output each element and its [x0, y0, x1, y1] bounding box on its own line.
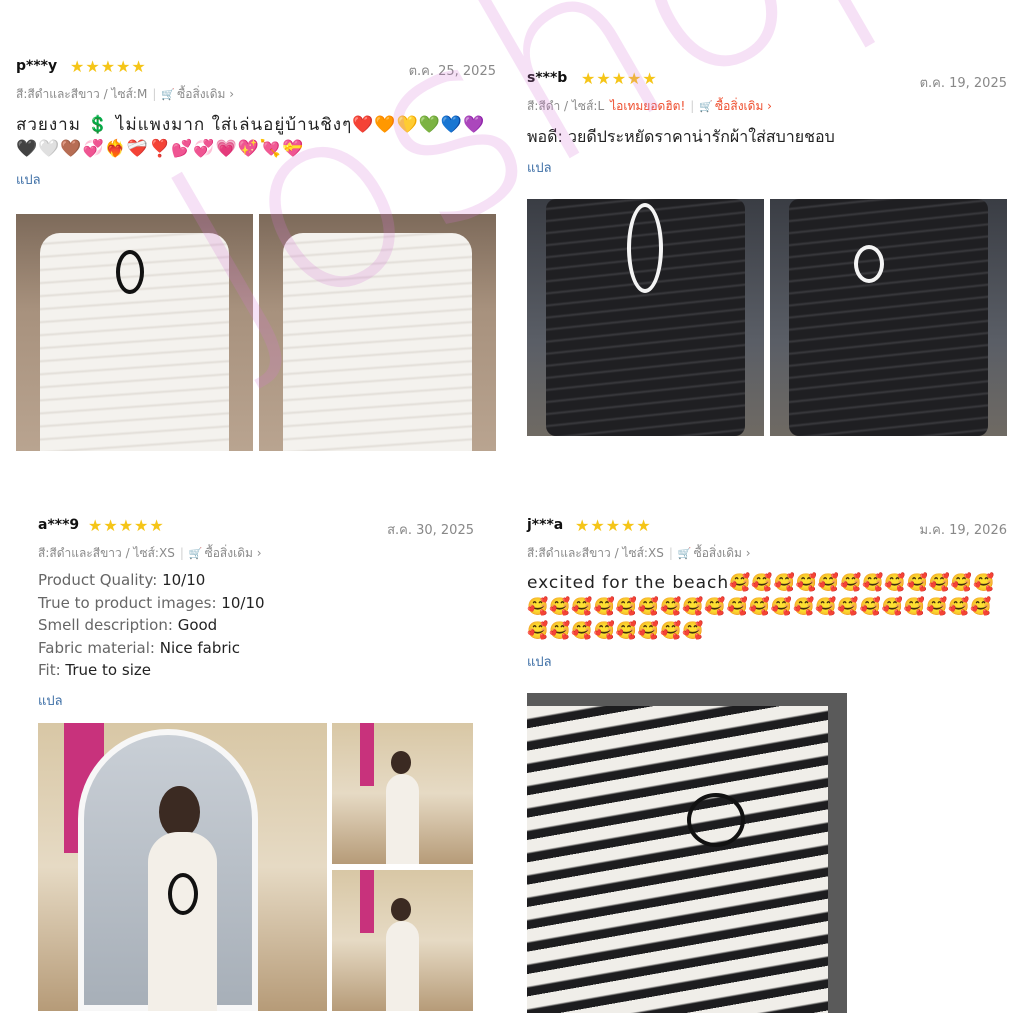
review-photos-2 [527, 199, 1007, 436]
variation-info: สี:สีดำและสีขาว / ไซส์:M | 🛒 ซื้อสิ่งเดิม › [16, 87, 235, 101]
attribute-row: Product Quality: 10/10 [38, 571, 206, 589]
rebuy-link[interactable]: 🛒 ซื้อสิ่งเดิม › [678, 546, 751, 560]
review-date: ต.ค. 19, 2025 [919, 76, 1007, 91]
review-photo[interactable] [770, 199, 1007, 436]
rebuy-link[interactable]: 🛒 ซื้อสิ่งเดิม › [189, 546, 262, 560]
reviewer-name: j***a [527, 517, 564, 533]
review-date: ม.ค. 19, 2026 [919, 523, 1007, 538]
reviewer-name: a***9 [38, 517, 80, 533]
rebuy-link[interactable]: 🛒 ซื้อสิ่งเดิม › [699, 99, 772, 113]
translate-link[interactable]: แปล [527, 651, 552, 672]
star-rating: ★★★★★ [581, 69, 658, 88]
attribute-row: Fabric material: Nice fabric [38, 638, 240, 657]
review-photo[interactable] [527, 199, 764, 436]
review-header: j***a ★★★★★ ม.ค. 19, 2026 [527, 517, 1007, 539]
review-text: สวยงาม 💲 ไม่แพงมาก ใส่เล่นอยู่บ้านชิงๆ❤️… [16, 115, 486, 159]
review-photo[interactable] [527, 693, 847, 1013]
cart-icon: 🛒 [699, 100, 714, 113]
variation-label: สี:สีดำและสีขาว / ไซส์:M [16, 87, 148, 101]
variation-label: สี:สีดำและสีขาว / ไซส์:XS [527, 546, 664, 560]
rebuy-link[interactable]: 🛒 ซื้อสิ่งเดิม › [161, 87, 234, 101]
review-text: พอดี: วยดีประหยัดราคาน่ารักผ้าใส่สบายชอบ [527, 127, 835, 146]
hot-item-badge: ไอเทมยอดฮิต! [610, 99, 686, 113]
reviewer-name: p***y [16, 58, 58, 74]
star-rating: ★★★★★ [70, 57, 147, 76]
cart-icon: 🛒 [161, 88, 176, 101]
review-card-4: j***a ★★★★★ ม.ค. 19, 2026 สี:สีดำและสีขา… [527, 517, 1007, 672]
review-header: a***9 ★★★★★ ส.ค. 30, 2025 [38, 517, 474, 539]
variation-info: สี:สีดำและสีขาว / ไซส์:XS | 🛒 ซื้อสิ่งเดิม … [38, 546, 262, 560]
review-photos-1 [16, 214, 496, 451]
variation-info: สี:สีดำและสีขาว / ไซส์:XS | 🛒 ซื้อสิ่งเดิม … [527, 546, 751, 560]
attribute-row: Fit: True to size [38, 661, 151, 679]
variation-info: สี:สีดำ / ไซส์:L ไอเทมยอดฮิต! | 🛒 ซื้อสิ่งเด… [527, 99, 772, 113]
translate-link[interactable]: แปล [38, 690, 63, 711]
cart-icon: 🛒 [677, 547, 692, 560]
translate-link[interactable]: แปล [16, 169, 41, 190]
variation-label: สี:สีดำ / ไซส์:L [527, 99, 605, 113]
review-photo[interactable] [332, 870, 473, 1011]
review-photo[interactable] [38, 723, 327, 1011]
star-rating: ★★★★★ [575, 516, 652, 535]
review-photo[interactable] [332, 723, 473, 864]
attribute-row: True to product images: 10/10 [38, 593, 265, 612]
review-photo[interactable] [259, 214, 496, 451]
review-text: excited for the beach🥰🥰🥰🥰🥰🥰🥰🥰🥰🥰🥰🥰🥰🥰🥰🥰🥰🥰🥰… [527, 573, 996, 641]
variation-label: สี:สีดำและสีขาว / ไซส์:XS [38, 546, 175, 560]
review-card-3: a***9 ★★★★★ ส.ค. 30, 2025 สี:สีดำและสีขา… [38, 517, 474, 711]
review-photos-3 [38, 723, 474, 1011]
translate-link[interactable]: แปล [527, 157, 552, 178]
review-photos-4 [527, 693, 847, 1013]
review-card-2: s***b ★★★★★ ต.ค. 19, 2025 สี:สีดำ / ไซส์… [527, 70, 1007, 178]
review-header: s***b ★★★★★ ต.ค. 19, 2025 [527, 70, 1007, 92]
cart-icon: 🛒 [188, 547, 203, 560]
review-card-1: p***y ★★★★★ ต.ค. 25, 2025 สี:สีดำและสีขา… [16, 58, 496, 190]
reviewer-name: s***b [527, 70, 568, 86]
review-header: p***y ★★★★★ ต.ค. 25, 2025 [16, 58, 496, 80]
review-date: ต.ค. 25, 2025 [408, 64, 496, 79]
review-photo[interactable] [16, 214, 253, 451]
attribute-row: Smell description: Good [38, 616, 218, 634]
star-rating: ★★★★★ [88, 516, 165, 535]
review-attributes: Product Quality: 10/10 True to product i… [38, 569, 474, 682]
review-date: ส.ค. 30, 2025 [387, 523, 474, 538]
